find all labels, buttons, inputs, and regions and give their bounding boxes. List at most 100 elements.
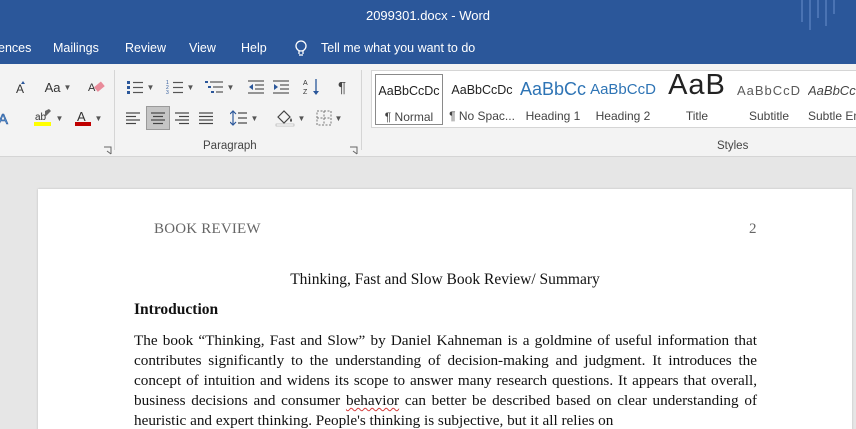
style-name: Subtitle (748, 109, 790, 123)
highlighter-icon: ab (33, 109, 51, 126)
style-preview: AaBbCcD (736, 83, 802, 98)
font-color-button[interactable]: A ▼ (70, 107, 106, 129)
style-name: Heading 2 (595, 109, 651, 123)
line-spacing-icon (229, 110, 247, 126)
tab-review[interactable]: Review (125, 41, 166, 55)
style-preview: AaBbCcD (590, 81, 656, 98)
highlight-color-button[interactable]: ab ▼ (30, 107, 66, 129)
svg-text:3: 3 (166, 90, 169, 95)
chevron-down-icon: ▼ (55, 113, 64, 123)
style-heading-2[interactable]: AaBbCcD Heading 2 (590, 71, 656, 129)
style-subtle-emphasis[interactable]: AaBbCcD Subtle Em (808, 71, 856, 129)
chevron-down-icon: ▼ (226, 82, 235, 92)
change-case-icon: Aa (44, 79, 61, 95)
chevron-down-icon: ▼ (94, 113, 103, 123)
numbered-list-icon: 123 (166, 80, 183, 95)
section-heading: Introduction (134, 301, 219, 318)
tell-me-label: Tell me what you want to do (321, 41, 476, 55)
style-name: Subtle Em (808, 109, 856, 123)
multilevel-list-button[interactable]: ▼ (201, 76, 237, 98)
clear-formatting-button[interactable]: A (86, 76, 108, 98)
tell-me-box[interactable]: Tell me what you want to do (293, 39, 475, 57)
text-effects-button[interactable]: A (0, 107, 16, 129)
font-dialog-launcher-icon[interactable] (103, 142, 112, 155)
style-normal[interactable]: AaBbCcDc ¶ Normal (375, 74, 443, 125)
tab-view[interactable]: View (189, 41, 216, 55)
eraser-icon: A (88, 81, 105, 94)
paint-bucket-icon (275, 110, 294, 127)
svg-text:A: A (77, 109, 86, 124)
window-title: 2099301.docx - Word (365, 8, 491, 23)
text-effects-icon: A (0, 111, 8, 126)
title-bar: 2099301.docx - Word (0, 0, 856, 33)
pilcrow-icon: ¶ (337, 78, 347, 96)
tab-references[interactable]: ences (0, 41, 31, 55)
svg-text:A: A (0, 111, 8, 126)
chevron-down-icon: ▼ (297, 113, 306, 123)
increase-indent-button[interactable] (270, 76, 292, 98)
paragraph-dialog-launcher-icon[interactable] (349, 142, 358, 155)
borders-icon (316, 110, 332, 126)
sort-icon: AZ (303, 79, 319, 96)
page-number: 2 (749, 221, 757, 237)
document-canvas: BOOK REVIEW 2 Thinking, Fast and Slow Bo… (0, 157, 856, 429)
shading-button[interactable]: ▼ (272, 107, 308, 129)
numbering-button[interactable]: 123 ▼ (162, 76, 198, 98)
style-name: Heading 1 (525, 109, 581, 123)
lightbulb-icon (295, 40, 307, 56)
style-name: ¶ No Spac... (449, 109, 515, 123)
chevron-down-icon: ▼ (146, 82, 155, 92)
style-preview: AaBbCc (520, 79, 586, 99)
justify-icon (199, 112, 213, 125)
group-separator (114, 70, 115, 150)
style-title[interactable]: AaB Title (662, 71, 732, 129)
style-preview: AaBbCcD (808, 83, 856, 98)
ribbon-tabs: ences Mailings Review View Help Tell me … (0, 33, 856, 64)
chevron-down-icon: ▼ (63, 82, 72, 92)
style-preview: AaB (668, 71, 726, 101)
paragraph-group-label: Paragraph (203, 140, 257, 152)
tab-help[interactable]: Help (241, 41, 267, 55)
shrink-font-icon: A (16, 81, 25, 95)
document-page[interactable]: BOOK REVIEW 2 Thinking, Fast and Slow Bo… (38, 189, 852, 429)
styles-gallery: AaBbCcDc ¶ Normal AaBbCcDc ¶ No Spac... … (371, 70, 856, 128)
justify-button[interactable] (195, 107, 217, 129)
spelling-flagged-word[interactable]: behavior (346, 392, 399, 409)
ribbon: A Aa ▼ A A ab ▼ A ▼ ▼ 1 2 3 ▼ ▼ A Z ¶ ▼ … (0, 64, 856, 157)
align-center-icon (151, 112, 165, 125)
font-color-icon: A (74, 109, 91, 126)
align-center-button[interactable] (146, 106, 170, 130)
running-header: BOOK REVIEW (154, 221, 261, 237)
decrease-indent-icon (248, 80, 264, 94)
align-left-icon (126, 112, 140, 125)
style-preview: AaBbCcDc (378, 84, 440, 98)
borders-button[interactable]: ▼ (311, 107, 347, 129)
title-bar-pattern-icon (801, 0, 835, 30)
style-subtitle[interactable]: AaBbCcD Subtitle (734, 71, 804, 129)
show-formatting-button[interactable]: ¶ (332, 76, 352, 98)
svg-text:Z: Z (303, 89, 308, 96)
align-right-icon (175, 112, 189, 125)
tab-mailings[interactable]: Mailings (53, 41, 99, 55)
line-spacing-button[interactable]: ▼ (226, 107, 262, 129)
style-heading-1[interactable]: AaBbCc Heading 1 (520, 71, 586, 129)
decrease-indent-button[interactable] (245, 76, 267, 98)
style-name: ¶ Normal (384, 110, 434, 124)
align-left-button[interactable] (122, 107, 144, 129)
body-paragraph[interactable]: The book “Thinking, Fast and Slow” by Da… (134, 331, 757, 429)
chevron-down-icon: ▼ (186, 82, 195, 92)
align-right-button[interactable] (171, 107, 193, 129)
style-name: Title (685, 109, 709, 123)
svg-text:A: A (303, 80, 308, 87)
bullets-button[interactable]: ▼ (122, 76, 158, 98)
style-no-spacing[interactable]: AaBbCcDc ¶ No Spac... (448, 71, 516, 129)
styles-group-label: Styles (717, 140, 749, 152)
shrink-font-button[interactable]: A (0, 76, 28, 98)
sort-button[interactable]: AZ (301, 76, 323, 98)
document-title: Thinking, Fast and Slow Book Review/ Sum… (290, 271, 600, 288)
chevron-down-icon: ▼ (334, 113, 343, 123)
chevron-down-icon: ▼ (250, 113, 259, 123)
group-separator (361, 70, 362, 150)
bullet-list-icon (126, 81, 143, 94)
change-case-button[interactable]: Aa ▼ (40, 76, 76, 98)
